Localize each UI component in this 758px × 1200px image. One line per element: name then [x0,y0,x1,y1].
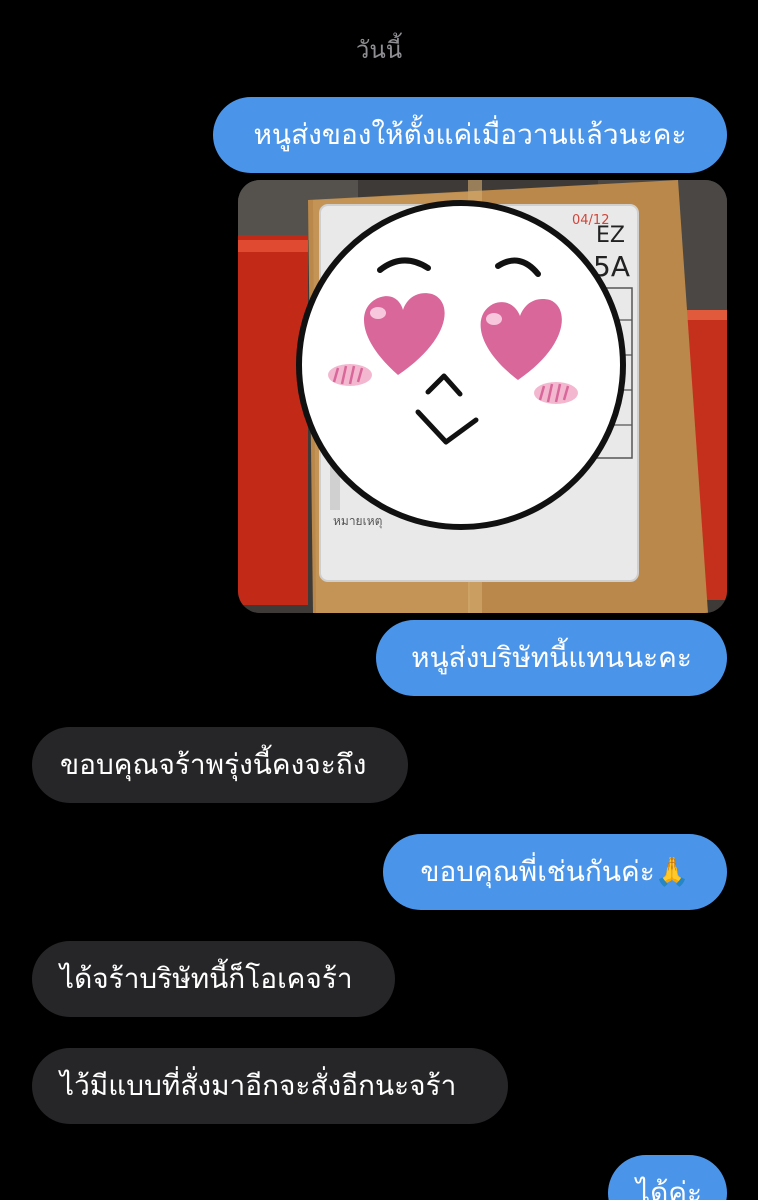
message-bubble-outgoing[interactable]: ขอบคุณพี่เช่นกันค่ะ🙏 [383,834,727,910]
chat-screen: วันนี้ หนูส่งของให้ตั้งแค่เมื่อวานแล้วนะ… [0,0,758,1200]
message-text: ขอบคุณพี่เช่นกันค่ะ [420,855,655,888]
message-text: ไว้มีแบบที่สั่งมาอีกจะสั่งอีกนะจร้า [60,1069,457,1102]
message-text: หนูส่งของให้ตั้งแค่เมื่อวานแล้วนะคะ [253,118,687,151]
message-text: ได้ค่ะ [636,1176,703,1200]
svg-text:EZ: EZ [596,223,625,248]
parcel-photo: 04/12 EZ 5A หมายเหตุ [238,180,727,613]
message-bubble-incoming[interactable]: ไว้มีแบบที่สั่งมาอีกจะสั่งอีกนะจร้า [32,1048,508,1124]
message-text: ขอบคุณจร้าพรุ่งนี้คงจะถึง [60,748,367,781]
message-bubble-outgoing[interactable]: หนูส่งบริษัทนี้แทนนะคะ [376,620,727,696]
message-photo[interactable]: 04/12 EZ 5A หมายเหตุ [238,180,727,613]
message-text: หนูส่งบริษัทนี้แทนนะคะ [411,641,692,674]
message-bubble-outgoing[interactable]: ได้ค่ะ [608,1155,727,1200]
message-text: ได้จร้าบริษัทนี้ก็โอเคจร้า [60,962,353,995]
folded-hands-icon: 🙏 [654,855,690,888]
label-text: หมายเหตุ [333,514,382,529]
message-bubble-outgoing[interactable]: หนูส่งของให้ตั้งแค่เมื่อวานแล้วนะคะ [213,97,727,173]
message-bubble-incoming[interactable]: ขอบคุณจร้าพรุ่งนี้คงจะถึง [32,727,408,803]
message-bubble-incoming[interactable]: ได้จร้าบริษัทนี้ก็โอเคจร้า [32,941,395,1017]
date-header: วันนี้ [355,36,403,64]
heart-eyes-sticker [296,200,626,530]
